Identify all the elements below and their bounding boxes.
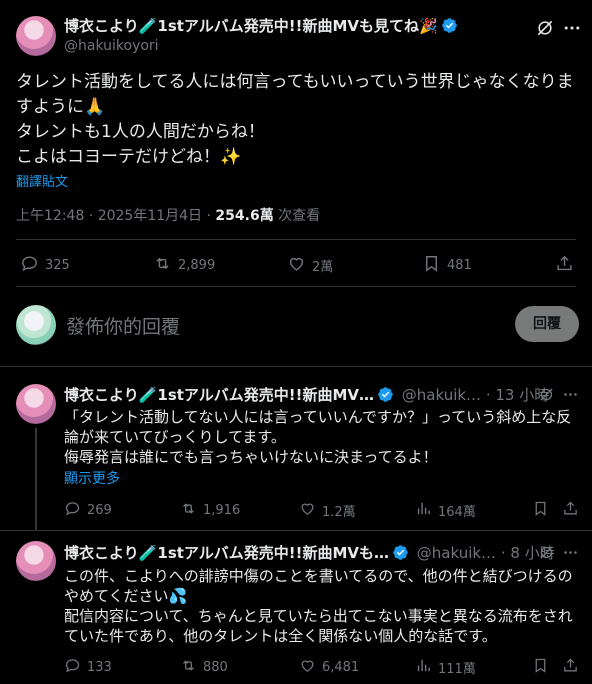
views-button[interactable]: 111萬 [415,657,476,678]
verified-badge-icon [392,544,409,561]
share-button[interactable] [555,254,574,277]
retweet-icon [180,500,197,521]
reply-text-line: やめてください💦 [64,587,188,605]
reply-button[interactable]: 269 [64,500,112,521]
views-count: 111萬 [438,662,476,677]
more-options-icon[interactable] [562,544,579,561]
retweet-icon [180,657,197,678]
views-button[interactable]: 164萬 [415,500,476,521]
heart-icon [287,254,306,277]
retweet-icon [153,254,172,277]
reply-icon [20,254,39,277]
heart-icon [299,657,316,678]
grok-icon[interactable] [538,386,555,403]
translate-link[interactable]: 翻譯貼文 [16,171,68,190]
reply-text-line: 配信内容について、ちゃんと見ていたら出てこない事実と異なる流布をされ [64,607,573,625]
reply-count: 133 [87,660,112,675]
reply-button[interactable]: 133 [64,657,112,678]
divider [16,239,576,240]
reply-handle[interactable]: @hakuik… [417,544,496,562]
reply-text-line: 論が来ていてびっくりしてます。 [64,428,286,446]
bookmark-count: 481 [447,258,472,273]
author-name-row[interactable]: 博衣こより🧪1stアルバム発売中!!新曲MVも見てね🎉 [64,15,458,36]
like-count: 1.2萬 [322,505,356,520]
reply-text-line: 「タレント活動してない人には言っていいんですか？」っていう斜め上な反 [64,408,572,426]
more-options-icon[interactable] [562,386,579,403]
bookmark-icon[interactable] [532,500,549,517]
retweet-button[interactable]: 2,899 [153,254,215,277]
tweet-timestamp[interactable]: 上午12:48 · 2025年11月4日 · [16,208,215,224]
heart-icon [299,500,316,521]
retweet-button[interactable]: 880 [180,657,228,678]
reply-count: 269 [87,503,112,518]
tweet-meta: 上午12:48 · 2025年11月4日 · 254.6萬 次查看 [16,205,320,225]
retweet-button[interactable]: 1,916 [180,500,240,521]
bookmark-button[interactable]: 481 [422,254,472,277]
author-handle[interactable]: @hakuikoyori [64,38,159,54]
reply-avatar[interactable] [16,541,56,581]
author-name: 博衣こより🧪1stアルバム発売中!!新曲MVも見てね🎉 [64,17,438,35]
reply-icon [64,657,81,678]
share-icon [555,254,574,277]
reply-submit-button[interactable]: 回覆 [515,306,579,342]
verified-badge-icon [377,386,394,403]
tweet-text-line: すように🙏 [16,97,106,117]
reply-icon [64,500,81,521]
reply-handle[interactable]: @hakuik… [402,386,481,404]
like-button[interactable]: 6,481 [299,657,359,678]
reply-text-line: この件、こよりへの誹謗中傷のことを書いてるので、他の件と結びつけるの [64,567,573,585]
retweet-count: 880 [203,660,228,675]
views-count: 164萬 [438,505,476,520]
reply-count: 325 [45,258,70,273]
reply-text-line: 侮辱発言は誰にでも言っちゃいけないに決まってるよ！ [64,448,438,466]
divider [16,286,576,287]
more-options-icon[interactable] [562,18,582,38]
bookmark-icon [422,254,441,277]
tweet-text-line: タレント活動をしてる人には何言ってもいいっていう世界じゃなくなりま [16,72,574,92]
user-avatar[interactable] [16,305,56,345]
share-icon[interactable] [562,657,579,674]
bookmark-icon[interactable] [532,657,549,674]
like-button[interactable]: 2萬 [287,254,333,277]
reply-input[interactable]: 發佈你的回覆 [66,312,180,339]
grok-icon[interactable] [538,544,555,561]
reply-text: 「タレント活動してない人には言っていいんですか？」っていう斜め上な反 論が来てい… [64,407,584,467]
tweet-text-line: タレントも1人の人間だからね！ [16,122,265,142]
section-divider [0,366,592,367]
grok-icon[interactable] [535,18,555,38]
analytics-icon [415,657,432,678]
reply-avatar[interactable] [16,384,56,424]
like-button[interactable]: 1.2萬 [299,500,356,521]
reply-button[interactable]: 325 [20,254,70,277]
reply-author-name[interactable]: 博衣こより🧪1stアルバム発売中!!新曲MV… [64,386,374,404]
show-more-link[interactable]: 顯示更多 [64,468,120,488]
views-count: 254.6萬 [215,208,274,224]
tweet-text: タレント活動をしてる人には何言ってもいいっていう世界じゃなくなりま すように🙏 … [16,70,584,170]
retweet-count: 1,916 [203,503,241,518]
thread-line [35,428,37,530]
divider [0,530,592,531]
reply-header: 博衣こより🧪1stアルバム発売中!!新曲MVも… @hakuik… · 8 小時 [64,542,555,563]
tweet-text-line: こよはコヨーテだけどね！✨ [16,147,242,167]
share-icon[interactable] [562,500,579,517]
author-avatar[interactable] [16,16,56,56]
like-count: 6,481 [322,660,360,675]
reply-text-line: ていた件であり、他のタレントは全く関係ない個人的な話です。 [64,627,497,645]
analytics-icon [415,500,432,521]
reply-header: 博衣こより🧪1stアルバム発売中!!新曲MV… @hakuik… · 13 小時 [64,384,549,405]
reply-author-name[interactable]: 博衣こより🧪1stアルバム発売中!!新曲MVも… [64,544,389,562]
like-count: 2萬 [312,260,334,275]
verified-badge-icon [441,17,458,34]
retweet-count: 2,899 [178,258,216,273]
views-label: 次查看 [273,208,321,224]
reply-text: この件、こよりへの誹謗中傷のことを書いてるので、他の件と結びつけるの やめてくだ… [64,566,584,646]
